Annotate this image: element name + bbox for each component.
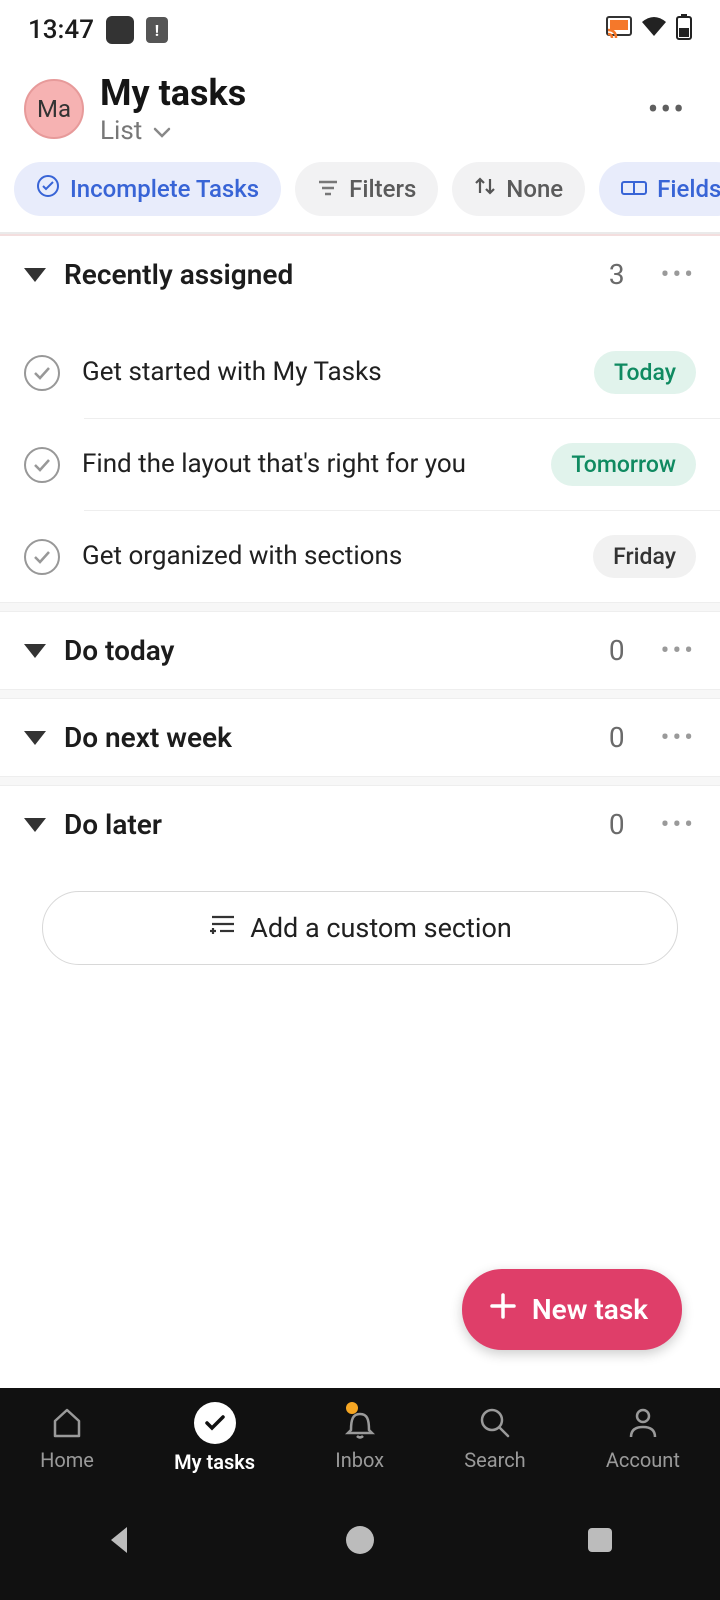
filter-chips: Incomplete Tasks Filters None Fields (0, 154, 720, 232)
battery-icon (676, 14, 692, 47)
chip-fields[interactable]: Fields (599, 162, 720, 216)
caret-down-icon (24, 731, 46, 745)
caret-down-icon (24, 644, 46, 658)
person-icon (624, 1404, 662, 1442)
section-count: 0 (609, 634, 625, 667)
back-button[interactable] (101, 1521, 139, 1559)
notification-dot (346, 1402, 358, 1414)
section-title: Recently assigned (64, 258, 591, 291)
check-circle-icon (36, 174, 60, 204)
task-row[interactable]: Find the layout that's right for you Tom… (0, 419, 720, 510)
caret-down-icon (24, 268, 46, 282)
section-title: Do next week (64, 721, 591, 754)
chip-label: Incomplete Tasks (70, 175, 259, 203)
filter-icon (317, 175, 339, 203)
nav-account[interactable]: Account (606, 1404, 680, 1472)
avatar[interactable]: Ma (24, 79, 84, 139)
section-more-button[interactable]: ••• (661, 636, 696, 666)
task-row[interactable]: Get organized with sections Friday (0, 511, 720, 602)
due-badge: Tomorrow (551, 443, 696, 486)
section-count: 3 (609, 258, 625, 291)
section-gap (0, 602, 720, 612)
search-icon (476, 1404, 514, 1442)
due-badge: Today (594, 351, 696, 394)
section-title: Do today (64, 634, 591, 667)
section-more-button[interactable]: ••• (661, 260, 696, 290)
status-app-icon (106, 16, 134, 44)
chip-sort[interactable]: None (452, 162, 585, 216)
more-button[interactable]: ••• (638, 80, 696, 138)
recent-apps-button[interactable] (581, 1521, 619, 1559)
section-more-button[interactable]: ••• (661, 810, 696, 840)
nav-inbox[interactable]: Inbox (335, 1404, 384, 1472)
task-title: Get started with My Tasks (82, 356, 572, 390)
section-gap (0, 689, 720, 699)
sort-icon (474, 175, 496, 203)
nav-label: Search (464, 1448, 525, 1472)
bottom-nav: Home My tasks Inbox Search Account (0, 1388, 720, 1480)
fab-label: New task (532, 1293, 648, 1326)
nav-label: Account (606, 1448, 680, 1472)
section-more-button[interactable]: ••• (661, 723, 696, 753)
nav-my-tasks[interactable]: My tasks (174, 1402, 255, 1474)
add-list-icon (208, 912, 236, 944)
section-gap (0, 776, 720, 786)
section-header-recently-assigned[interactable]: Recently assigned 3 ••• (0, 236, 720, 313)
task-complete-checkbox[interactable] (24, 539, 60, 575)
plus-icon (488, 1291, 518, 1328)
view-selector[interactable]: List (100, 116, 622, 146)
chip-filters[interactable]: Filters (295, 162, 438, 216)
task-row[interactable]: Get started with My Tasks Today (0, 327, 720, 418)
chip-incomplete-tasks[interactable]: Incomplete Tasks (14, 162, 281, 216)
section-header-do-today[interactable]: Do today 0 ••• (0, 612, 720, 689)
page-title: My tasks (100, 72, 622, 114)
status-alert-icon: ! (146, 17, 168, 43)
caret-down-icon (24, 818, 46, 832)
status-time: 13:47 (28, 15, 94, 45)
nav-search[interactable]: Search (464, 1404, 525, 1472)
fields-icon (621, 175, 647, 203)
wifi-icon (640, 15, 668, 45)
due-badge: Friday (593, 535, 696, 578)
chevron-down-icon (152, 116, 172, 146)
chip-label: Filters (349, 175, 416, 203)
home-icon (48, 1404, 86, 1442)
view-label: List (100, 116, 142, 146)
add-section-button[interactable]: Add a custom section (42, 891, 678, 965)
nav-label: Inbox (335, 1448, 384, 1472)
system-nav (0, 1480, 720, 1600)
cast-icon (606, 15, 632, 45)
check-circle-icon (194, 1402, 236, 1444)
task-title: Find the layout that's right for you (82, 448, 529, 482)
task-complete-checkbox[interactable] (24, 447, 60, 483)
section-title: Do later (64, 808, 591, 841)
header: Ma My tasks List ••• (0, 60, 720, 154)
status-bar: 13:47 ! (0, 0, 720, 60)
chip-label: Fields (657, 175, 720, 203)
section-count: 0 (609, 808, 625, 841)
add-section-label: Add a custom section (250, 912, 512, 944)
section-header-do-later[interactable]: Do later 0 ••• (0, 786, 720, 863)
section-header-do-next-week[interactable]: Do next week 0 ••• (0, 699, 720, 776)
section-count: 0 (609, 721, 625, 754)
home-button[interactable] (341, 1521, 379, 1559)
nav-label: Home (40, 1448, 94, 1472)
nav-home[interactable]: Home (40, 1404, 94, 1472)
nav-label: My tasks (174, 1450, 255, 1474)
chip-label: None (506, 175, 563, 203)
task-title: Get organized with sections (82, 540, 571, 574)
new-task-fab[interactable]: New task (462, 1269, 682, 1350)
task-complete-checkbox[interactable] (24, 355, 60, 391)
avatar-initials: Ma (37, 95, 71, 123)
